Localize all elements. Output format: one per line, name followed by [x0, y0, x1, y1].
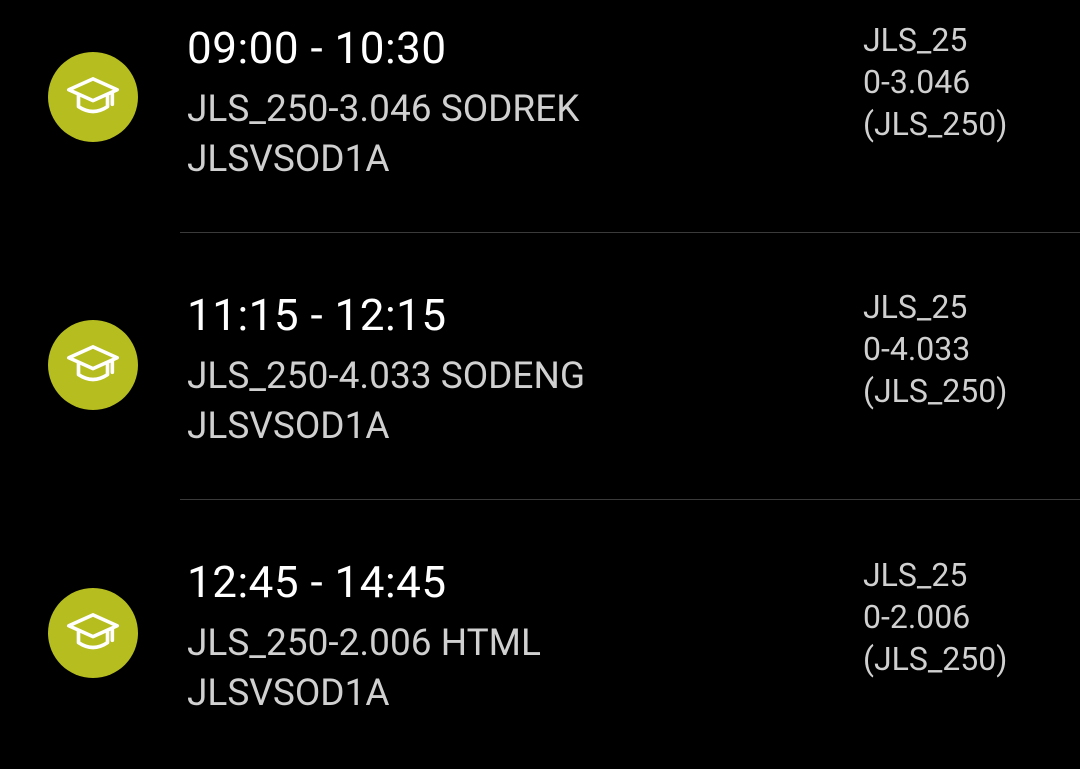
location-line: JLS_25	[863, 288, 968, 326]
location: JLS_25 0-3.046 (JLS_250)	[863, 19, 1063, 145]
schedule-entry[interactable]: 11:15 - 12:15 JLS_250-4.033 SODENG JLSVS…	[0, 233, 1080, 499]
course-title: JLS_250-4.033 SODENG	[187, 355, 586, 398]
location-line: 0-2.006	[863, 598, 971, 636]
time-range: 12:45 - 14:45	[187, 556, 447, 608]
location-line: (JLS_250)	[863, 105, 1008, 143]
schedule-entry[interactable]: 09:00 - 10:30 JLS_250-3.046 SODREK JLSVS…	[0, 0, 1080, 266]
graduation-cap-icon	[48, 52, 138, 142]
location-line: 0-3.046	[863, 63, 971, 101]
course-title: JLS_250-3.046 SODREK	[187, 88, 580, 131]
graduation-cap-icon	[48, 320, 138, 410]
location: JLS_25 0-2.006 (JLS_250)	[863, 554, 1063, 680]
location-line: JLS_25	[863, 21, 968, 59]
schedule-entry[interactable]: 12:45 - 14:45 JLS_250-2.006 HTML JLSVSOD…	[0, 500, 1080, 766]
location-line: 0-4.033	[863, 330, 971, 368]
schedule-list: 09:00 - 10:30 JLS_250-3.046 SODREK JLSVS…	[0, 0, 1080, 769]
location: JLS_25 0-4.033 (JLS_250)	[863, 286, 1063, 412]
location-line: (JLS_250)	[863, 372, 1008, 410]
graduation-cap-icon	[48, 588, 138, 678]
group-name: JLSVSOD1A	[187, 138, 390, 181]
time-range: 09:00 - 10:30	[187, 22, 447, 74]
group-name: JLSVSOD1A	[187, 672, 390, 715]
location-line: JLS_25	[863, 556, 968, 594]
course-title: JLS_250-2.006 HTML	[187, 622, 541, 665]
time-range: 11:15 - 12:15	[187, 289, 447, 341]
group-name: JLSVSOD1A	[187, 405, 390, 448]
location-line: (JLS_250)	[863, 640, 1008, 678]
